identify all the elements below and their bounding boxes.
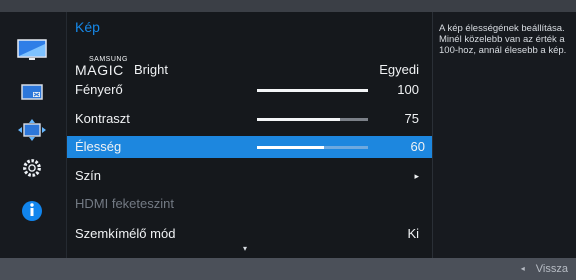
picture-icon[interactable] <box>17 38 47 62</box>
menu-item-hdmi-black-level: HDMI feketeszint <box>75 193 427 215</box>
contrast-slider-fill <box>257 118 341 121</box>
menu-item-label: Élesség <box>75 139 122 154</box>
brightness-slider-fill <box>257 89 368 92</box>
sharpness-slider[interactable] <box>257 146 368 149</box>
menu-item-value: Egyedi <box>379 62 419 77</box>
contrast-slider[interactable] <box>257 118 368 121</box>
settings-gear-icon[interactable] <box>17 156 47 180</box>
position-icon[interactable] <box>17 118 47 142</box>
menu-item-contrast[interactable]: Kontraszt 75 <box>75 108 427 130</box>
menu-item-label: Fényerő <box>75 82 123 97</box>
menu-item-label: HDMI feketeszint <box>75 196 174 211</box>
menu-item-color[interactable]: Szín ▸ <box>75 165 427 187</box>
more-items-down-arrow-icon: ▾ <box>243 244 248 253</box>
back-label: Vissza <box>535 263 568 275</box>
information-icon[interactable] <box>17 199 47 223</box>
picture-menu: Kép SAMSUNG MAGIC Bright Egyedi Fényerő … <box>66 12 433 258</box>
menu-title: Kép <box>75 19 100 35</box>
help-text: A kép élességének beállítása. Minél köze… <box>439 23 567 56</box>
sharpness-slider-fill <box>257 146 324 149</box>
magicbright-brand-bottom: MAGIC <box>75 62 124 78</box>
menu-item-magicbright[interactable]: SAMSUNG MAGIC Bright Egyedi <box>75 55 427 77</box>
screen-size-icon[interactable] <box>17 80 47 104</box>
menu-item-brightness[interactable]: Fényerő 100 <box>75 79 427 101</box>
brightness-slider[interactable] <box>257 89 368 92</box>
back-button[interactable]: ◂ Vissza <box>521 263 568 275</box>
menu-item-value: 60 <box>410 139 425 154</box>
menu-item-value: 75 <box>404 111 419 126</box>
menu-item-label: Bright <box>134 62 168 77</box>
menu-item-label: Szín <box>75 168 102 183</box>
menu-item-value: 100 <box>397 82 419 97</box>
menu-item-value: Ki <box>407 226 419 241</box>
monitor-osd: Kép SAMSUNG MAGIC Bright Egyedi Fényerő … <box>0 0 576 280</box>
menu-item-eye-saver-mode[interactable]: Szemkímélő mód Ki <box>75 223 427 245</box>
osd-sidebar <box>0 12 66 258</box>
osd-footer: ◂ Vissza <box>0 258 576 280</box>
menu-item-sharpness-selected[interactable]: Élesség 60 <box>67 136 433 158</box>
submenu-arrow-icon: ▸ <box>414 171 419 181</box>
back-arrow-icon: ◂ <box>520 264 525 273</box>
menu-item-label: Szemkímélő mód <box>75 226 176 241</box>
help-panel: A kép élességének beállítása. Minél köze… <box>432 12 576 258</box>
menu-item-label: Kontraszt <box>75 111 130 126</box>
